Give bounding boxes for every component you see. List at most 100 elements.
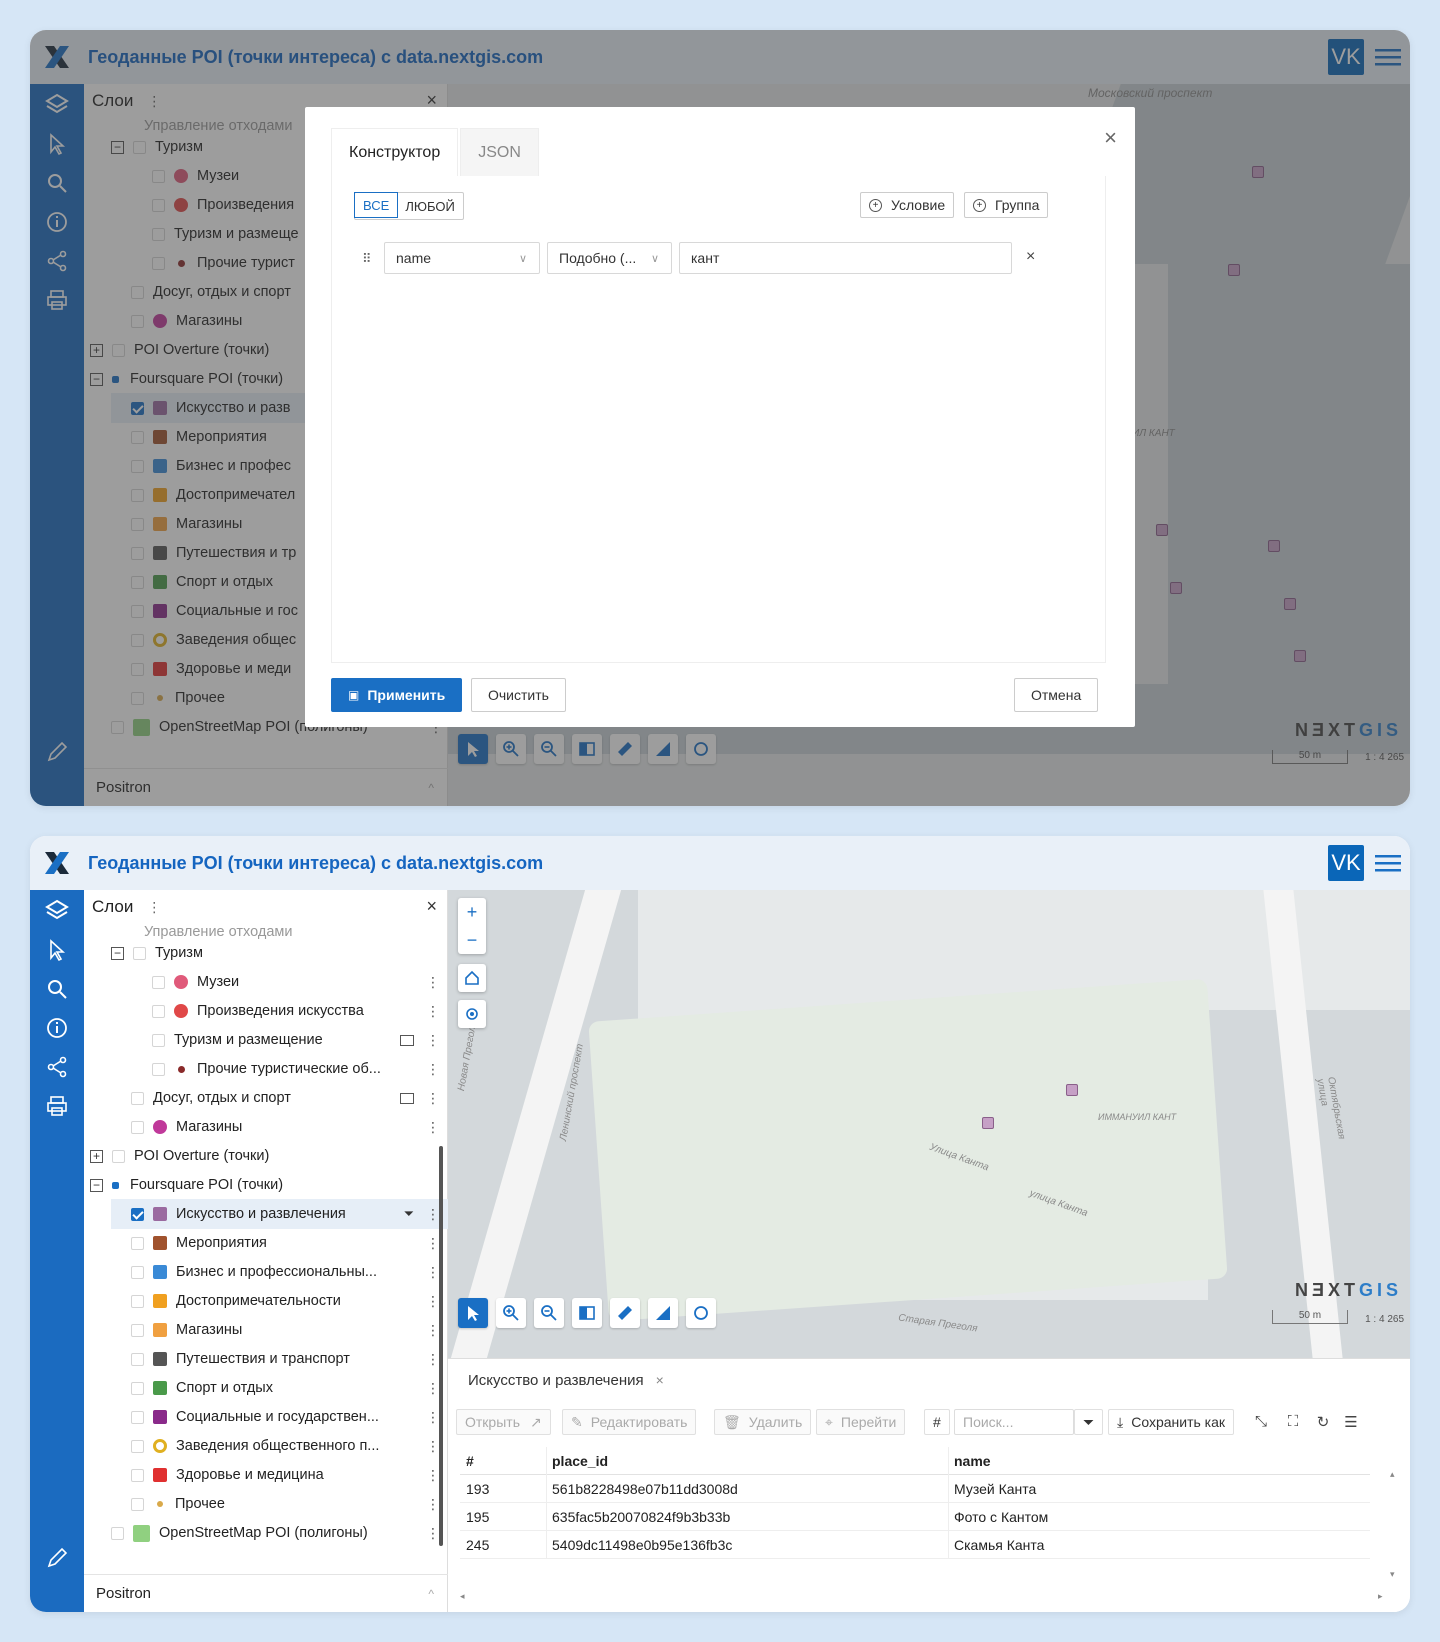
edit-button[interactable]: ✎ Редактировать xyxy=(562,1409,697,1435)
area-measure-icon[interactable] xyxy=(648,1298,678,1328)
layer-item-osm-polygons[interactable]: OpenStreetMap POI (полигоны)⋮ xyxy=(111,1518,448,1548)
more-icon[interactable]: ⋮ xyxy=(426,1467,440,1484)
collapse-icon[interactable]: − xyxy=(90,1178,103,1192)
table-row[interactable]: 245 5409dc11498e0b95e136fb3c Скамья Кант… xyxy=(460,1531,1370,1559)
more-icon[interactable]: ⋮ xyxy=(426,1322,440,1339)
layer-item-other[interactable]: Прочее ⋮ xyxy=(131,1489,448,1519)
scroll-down-icon[interactable]: ▾ xyxy=(1390,1569,1395,1580)
more-icon[interactable]: ⋮ xyxy=(426,1090,440,1107)
more-icon[interactable]: ⋮ xyxy=(426,1235,440,1252)
layer-item-arts-entertainment[interactable]: Искусство и развлечения ⏷ ⋮ xyxy=(111,1199,448,1229)
table-icon[interactable] xyxy=(400,1092,414,1104)
tab-json[interactable]: JSON xyxy=(460,128,539,176)
goto-button[interactable]: ⌖ Перейти xyxy=(816,1409,906,1435)
save-as-button[interactable]: ⤓ Сохранить как xyxy=(1108,1409,1235,1435)
dialog-close-icon[interactable]: × xyxy=(1104,125,1117,151)
more-icon[interactable]: ⋮ xyxy=(426,974,440,991)
info-icon[interactable] xyxy=(45,1016,69,1040)
hamburger-menu-icon[interactable] xyxy=(1374,849,1402,877)
scroll-left-icon[interactable]: ◂ xyxy=(460,1591,465,1602)
zoom-in-icon[interactable] xyxy=(496,1298,526,1328)
more-icon[interactable]: ⋮ xyxy=(426,1119,440,1136)
more-icon[interactable]: ⋮ xyxy=(426,1409,440,1426)
layers-icon[interactable] xyxy=(45,898,69,922)
poi-marker[interactable] xyxy=(1066,1084,1078,1096)
filter-icon[interactable]: ⏷ xyxy=(404,1206,414,1222)
table-row[interactable]: 193 561b8228498e07b11dd3008d Музей Канта xyxy=(460,1475,1370,1503)
table-row[interactable]: 195 635fac5b20070824f9b3b33b Фото с Кант… xyxy=(460,1503,1370,1531)
column-header-id[interactable]: # xyxy=(466,1453,474,1469)
identify-pointer-icon[interactable] xyxy=(458,1298,488,1328)
more-icon[interactable]: ⋮ xyxy=(426,1003,440,1020)
layer-item-business[interactable]: Бизнес и профессиональны... ⋮ xyxy=(131,1257,448,1287)
tab-constructor[interactable]: Конструктор xyxy=(331,128,459,176)
print-icon[interactable] xyxy=(45,1094,69,1118)
layer-item-events[interactable]: Мероприятия ⋮ xyxy=(131,1228,448,1258)
more-icon[interactable]: ⋮ xyxy=(426,1206,440,1223)
more-icon[interactable]: ⋮ xyxy=(426,1525,440,1542)
select-pointer-icon[interactable] xyxy=(45,938,69,962)
more-icon[interactable]: ⋮ xyxy=(426,1264,440,1281)
column-header-name[interactable]: name xyxy=(954,1453,991,1469)
condition-field-select[interactable]: name ∨ xyxy=(384,242,540,274)
refresh-icon[interactable]: ↻ xyxy=(1314,1413,1332,1431)
collapse-icon[interactable]: − xyxy=(111,946,124,960)
layer-item-sport[interactable]: Спорт и отдых ⋮ xyxy=(131,1373,448,1403)
layers-panel-more-icon[interactable]: ⋮ xyxy=(147,899,161,916)
layer-item-travel[interactable]: Путешествия и транспорт ⋮ xyxy=(131,1344,448,1374)
more-icon[interactable]: ⋮ xyxy=(426,1380,440,1397)
settings-icon[interactable]: ☰ xyxy=(1342,1413,1360,1431)
mode-any-button[interactable]: ЛЮБОЙ xyxy=(397,193,463,219)
mode-all-button[interactable]: ВСЕ xyxy=(354,192,399,218)
fullscreen-icon[interactable]: ⛶ xyxy=(1284,1413,1302,1431)
apply-button[interactable]: ▣ Применить xyxy=(331,678,463,712)
vk-button[interactable]: VK xyxy=(1328,845,1364,881)
layer-group-foursquare[interactable]: −Foursquare POI (точки) xyxy=(90,1170,430,1200)
zoom-minus-button[interactable]: − xyxy=(458,926,486,954)
layer-group-tourism[interactable]: −Туризм xyxy=(111,938,448,968)
add-condition-button[interactable]: + Условие xyxy=(860,192,955,218)
nextgis-logo-icon[interactable] xyxy=(30,836,84,890)
layer-item-landmarks[interactable]: Достопримечательности ⋮ xyxy=(131,1286,448,1316)
column-header-place-id[interactable]: place_id xyxy=(552,1453,608,1469)
more-icon[interactable]: ⋮ xyxy=(426,1061,440,1078)
layers-panel-close-icon[interactable]: × xyxy=(426,896,437,917)
more-icon[interactable]: ⋮ xyxy=(426,1496,440,1513)
locate-icon[interactable] xyxy=(686,1298,716,1328)
more-icon[interactable]: ⋮ xyxy=(426,1032,440,1049)
scroll-right-icon[interactable]: ▸ xyxy=(1378,1591,1383,1602)
delete-button[interactable]: 🗑 Удалить xyxy=(714,1409,812,1435)
share-icon[interactable] xyxy=(45,1055,69,1079)
ruler-icon[interactable] xyxy=(610,1298,640,1328)
remove-condition-icon[interactable]: × xyxy=(1026,248,1035,266)
condition-operator-select[interactable]: Подобно (... ∨ xyxy=(547,242,672,274)
poi-marker[interactable] xyxy=(982,1117,994,1129)
condition-value-input[interactable]: кант xyxy=(679,242,1012,274)
layer-item-museums[interactable]: Музеи ⋮ xyxy=(152,967,448,997)
basemap-selector[interactable]: Positron^ xyxy=(84,1574,448,1612)
zoom-out-icon[interactable] xyxy=(534,1298,564,1328)
layer-item-leisure[interactable]: Досуг, отдых и спорт ⋮ xyxy=(131,1083,448,1113)
add-group-button[interactable]: + Группа xyxy=(964,192,1049,218)
layer-item-food[interactable]: Заведения общественного п... ⋮ xyxy=(131,1431,448,1461)
geolocate-icon[interactable] xyxy=(458,1000,486,1028)
layer-item-social[interactable]: Социальные и государствен... ⋮ xyxy=(131,1402,448,1432)
layer-item-tourism-lodging[interactable]: Туризм и размещение ⋮ xyxy=(152,1025,448,1055)
drag-handle-icon[interactable]: ⠿ xyxy=(362,251,372,267)
clear-button[interactable]: Очистить xyxy=(471,678,566,712)
more-icon[interactable]: ⋮ xyxy=(426,1293,440,1310)
more-icon[interactable]: ⋮ xyxy=(426,1438,440,1455)
zoom-plus-button[interactable]: + xyxy=(458,898,486,926)
layer-item-artworks[interactable]: Произведения искусства ⋮ xyxy=(152,996,448,1026)
attribute-table-tab[interactable]: Искусство и развлечения × xyxy=(460,1363,672,1399)
open-button[interactable]: Открыть ↗ xyxy=(456,1409,551,1435)
filter-button[interactable]: ⏷ xyxy=(1074,1409,1104,1435)
cancel-button[interactable]: Отмена xyxy=(1014,678,1099,712)
table-icon[interactable] xyxy=(400,1034,414,1046)
tab-close-icon[interactable]: × xyxy=(656,1372,664,1388)
swipe-compare-icon[interactable] xyxy=(572,1298,602,1328)
search-input[interactable]: Поиск... xyxy=(954,1409,1074,1435)
layer-item-shops[interactable]: Магазины ⋮ xyxy=(131,1112,448,1142)
layer-item-other-tourism[interactable]: Прочие туристические об... ⋮ xyxy=(152,1054,448,1084)
layer-group-overture[interactable]: +POI Overture (точки) xyxy=(90,1141,430,1171)
